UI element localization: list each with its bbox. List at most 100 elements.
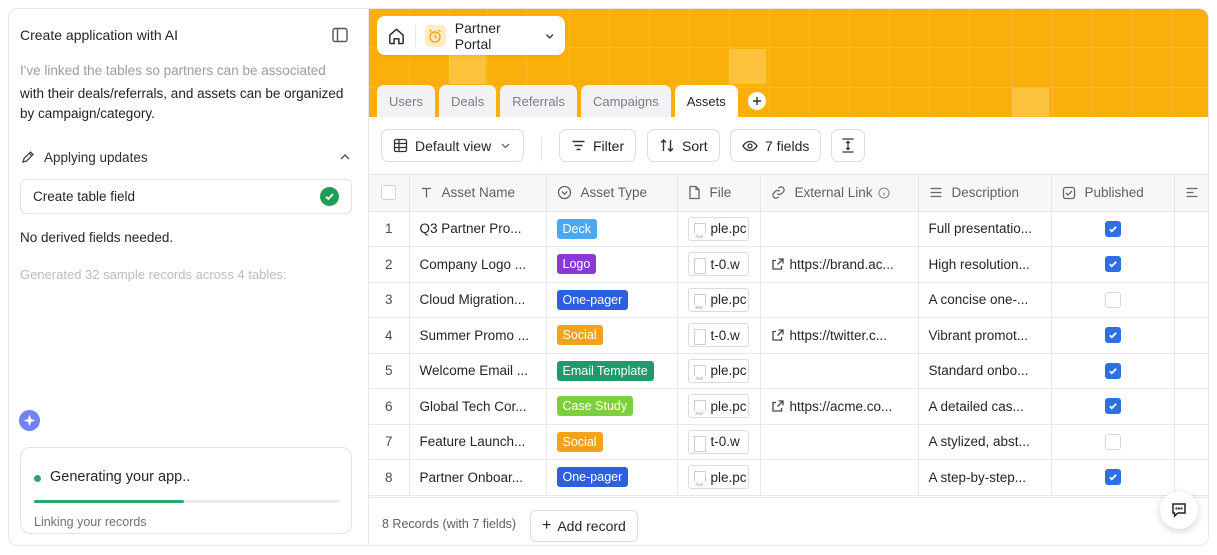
external-link[interactable]: https://twitter.c... <box>771 328 908 343</box>
table-row[interactable]: 1 Q3 Partner Pro... Deck PDF ple.pc Full pres… <box>369 211 1208 247</box>
cell-description[interactable]: Vibrant promot... <box>918 317 1052 354</box>
column-header-description[interactable]: Description <box>918 175 1052 212</box>
cell-published[interactable] <box>1051 317 1175 354</box>
cell-asset-type[interactable]: Social <box>546 317 678 354</box>
cell-description[interactable]: A detailed cas... <box>918 388 1052 425</box>
select-all-checkbox[interactable] <box>381 185 397 201</box>
cell-file[interactable]: PDF ple.pc <box>677 353 761 389</box>
published-checkbox[interactable] <box>1104 327 1121 344</box>
sidebar-toggle-icon[interactable] <box>331 26 349 44</box>
file-attachment[interactable]: t-0.w <box>687 323 749 348</box>
cell-asset-type[interactable]: One-pager <box>546 282 678 318</box>
table-row[interactable]: 8 Partner Onboar... One-pager PDF ple.pc A st… <box>369 459 1208 496</box>
cell-published[interactable] <box>1051 211 1175 247</box>
tab-assets[interactable]: Assets <box>674 85 738 117</box>
cell-file[interactable]: t-0.w <box>677 317 761 354</box>
tab-deals[interactable]: Deals <box>438 85 497 117</box>
file-attachment[interactable]: PDF ple.pc <box>687 287 749 312</box>
published-checkbox[interactable] <box>1104 220 1121 237</box>
cell-asset-name[interactable]: Q3 Partner Pro... <box>409 211 547 247</box>
column-header-file[interactable]: File <box>677 175 761 212</box>
cell-published[interactable] <box>1051 388 1175 425</box>
external-link[interactable]: https://brand.ac... <box>771 257 908 272</box>
cell-asset-type[interactable]: Case Study <box>546 388 678 425</box>
cell-asset-type[interactable]: One-pager <box>546 459 678 496</box>
cell-external-link[interactable] <box>760 424 919 460</box>
file-attachment[interactable]: PDF ple.pc <box>687 358 749 383</box>
cell-asset-name[interactable]: Summer Promo ... <box>409 317 547 354</box>
published-checkbox[interactable] <box>1104 362 1121 379</box>
cell-asset-type[interactable]: Deck <box>546 211 678 247</box>
cell-file[interactable]: PDF ple.pc <box>677 388 761 425</box>
file-attachment[interactable]: PDF ple.pc <box>687 394 749 419</box>
cell-published[interactable] <box>1051 246 1175 283</box>
column-header-external-link[interactable]: External Link <box>760 175 919 212</box>
file-attachment[interactable]: PDF ple.pc <box>687 216 749 241</box>
cell-file[interactable]: t-0.w <box>677 246 761 283</box>
cell-external-link[interactable] <box>760 282 919 318</box>
cell-file[interactable]: PDF ple.pc <box>677 282 761 318</box>
file-attachment[interactable]: t-0.w <box>687 252 749 277</box>
table-row[interactable]: 3 Cloud Migration... One-pager PDF ple.pc A c… <box>369 282 1208 318</box>
cell-asset-name[interactable]: Global Tech Cor... <box>409 388 547 425</box>
cell-file[interactable]: t-0.w <box>677 424 761 460</box>
column-header-more[interactable] <box>1174 175 1208 212</box>
published-checkbox[interactable] <box>1104 469 1121 486</box>
published-checkbox[interactable] <box>1104 433 1121 450</box>
cell-description[interactable]: Full presentatio... <box>918 211 1052 247</box>
cell-description[interactable]: High resolution... <box>918 246 1052 283</box>
file-attachment[interactable]: t-0.w <box>687 429 749 454</box>
cell-file[interactable]: PDF ple.pc <box>677 211 761 247</box>
published-checkbox[interactable] <box>1104 256 1121 273</box>
cell-external-link[interactable] <box>760 459 919 496</box>
row-height-button[interactable] <box>831 129 865 162</box>
tab-campaigns[interactable]: Campaigns <box>580 85 671 117</box>
cell-external-link[interactable]: https://brand.ac... <box>760 246 919 283</box>
cell-description[interactable]: Standard onbo... <box>918 353 1052 389</box>
table-row[interactable]: 2 Company Logo ... Logo t-0.w https://brand.… <box>369 246 1208 283</box>
info-icon[interactable] <box>877 187 890 199</box>
cell-description[interactable]: A step-by-step... <box>918 459 1052 496</box>
add-table-button[interactable] <box>747 92 766 110</box>
table-row[interactable]: 4 Summer Promo ... Social t-0.w https://twit… <box>369 317 1208 354</box>
select-all-cell[interactable] <box>369 175 410 212</box>
applying-updates-header[interactable]: Applying updates <box>20 147 352 167</box>
table-row[interactable]: 5 Welcome Email ... Email Template PDF ple.p… <box>369 353 1208 389</box>
file-attachment[interactable]: PDF ple.pc <box>687 465 749 490</box>
chat-button[interactable] <box>1160 491 1198 529</box>
cell-external-link[interactable]: https://acme.co... <box>760 388 919 425</box>
cell-asset-type[interactable]: Email Template <box>546 353 678 389</box>
fields-button[interactable]: 7 fields <box>730 129 822 162</box>
column-header-asset-type[interactable]: Asset Type <box>546 175 678 212</box>
external-link[interactable]: https://acme.co... <box>771 399 908 414</box>
cell-description[interactable]: A stylized, abst... <box>918 424 1052 460</box>
cell-external-link[interactable] <box>760 353 919 389</box>
published-checkbox[interactable] <box>1104 398 1121 415</box>
cell-external-link[interactable] <box>760 211 919 247</box>
cell-asset-name[interactable]: Welcome Email ... <box>409 353 547 389</box>
cell-published[interactable] <box>1051 459 1175 496</box>
cell-published[interactable] <box>1051 353 1175 389</box>
home-icon[interactable] <box>387 26 406 46</box>
column-header-published[interactable]: Published <box>1051 175 1175 212</box>
app-switcher[interactable]: Partner Portal <box>377 16 565 55</box>
add-record-button[interactable]: + Add record <box>530 510 638 542</box>
cell-published[interactable] <box>1051 424 1175 460</box>
column-header-asset-name[interactable]: Asset Name <box>409 175 547 212</box>
cell-asset-name[interactable]: Company Logo ... <box>409 246 547 283</box>
published-checkbox[interactable] <box>1104 291 1121 308</box>
table-row[interactable]: 6 Global Tech Cor... Case Study PDF ple.pc ht… <box>369 388 1208 425</box>
view-selector-button[interactable]: Default view <box>381 129 524 162</box>
tab-users[interactable]: Users <box>377 85 435 117</box>
cell-external-link[interactable]: https://twitter.c... <box>760 317 919 354</box>
cell-asset-name[interactable]: Partner Onboar... <box>409 459 547 496</box>
cell-asset-name[interactable]: Feature Launch... <box>409 424 547 460</box>
sort-button[interactable]: Sort <box>647 129 720 162</box>
cell-asset-type[interactable]: Logo <box>546 246 678 283</box>
tab-referrals[interactable]: Referrals <box>500 85 577 117</box>
cell-published[interactable] <box>1051 282 1175 318</box>
chevron-up-icon[interactable] <box>338 150 352 164</box>
cell-asset-type[interactable]: Social <box>546 424 678 460</box>
cell-description[interactable]: A concise one-... <box>918 282 1052 318</box>
cell-file[interactable]: PDF ple.pc <box>677 459 761 496</box>
